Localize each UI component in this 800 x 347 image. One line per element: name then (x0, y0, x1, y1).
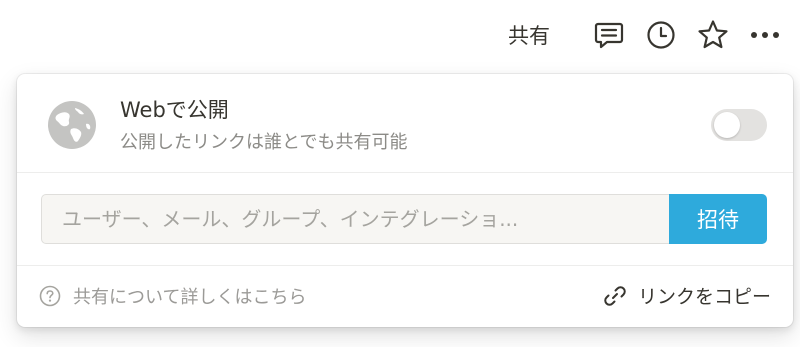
publish-description: 公開したリンクは誰とでも共有可能 (120, 132, 408, 153)
help-text: 共有について詳しくはこちら (73, 287, 307, 308)
help-link[interactable]: 共有について詳しくはこちら (39, 283, 306, 309)
invite-button[interactable]: 招待 (669, 194, 767, 244)
page: 共有 Webで公開 公開したリンクは誰とでも共有可能 ユーザー、メール、グループ… (0, 0, 800, 347)
globe-icon (47, 100, 97, 150)
publish-title: Webで公開 (120, 98, 229, 122)
copy-link-label: リンクをコピー (637, 286, 771, 308)
footer-row: 共有について詳しくはこちら リンクをコピー (17, 266, 793, 327)
invite-row: 招待 (17, 173, 793, 265)
publish-to-web-row[interactable]: Webで公開 公開したリンクは誰とでも共有可能 (17, 74, 793, 172)
star-icon[interactable] (696, 18, 730, 52)
share-popover: Webで公開 公開したリンクは誰とでも共有可能 招待 共有に (17, 74, 793, 327)
share-button[interactable]: 共有 (508, 20, 550, 50)
invite-input[interactable] (41, 194, 669, 244)
clock-icon[interactable] (644, 18, 678, 52)
link-icon (602, 283, 628, 309)
question-icon (39, 285, 61, 307)
toggle-knob (714, 112, 740, 138)
publish-toggle[interactable] (711, 109, 767, 141)
comment-icon[interactable] (592, 18, 626, 52)
topbar: 共有 (508, 12, 782, 58)
more-icon[interactable] (748, 18, 782, 52)
copy-link-button[interactable]: リンクをコピー (602, 282, 771, 309)
